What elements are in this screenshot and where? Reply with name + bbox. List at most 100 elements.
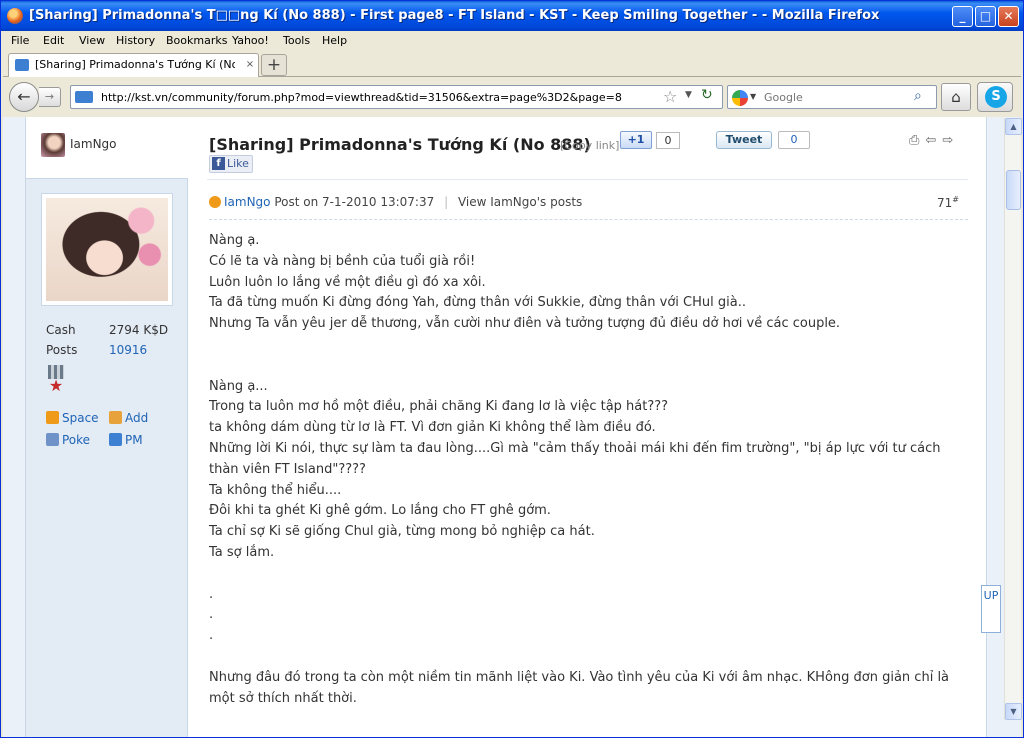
scroll-up-icon[interactable]: ▲ (1005, 118, 1022, 135)
thread-title: [Sharing] Primadonna's Tướng Kí (No 888) (209, 135, 591, 154)
google-engine-icon[interactable] (732, 90, 748, 106)
site-identity-icon[interactable] (75, 91, 93, 103)
search-input[interactable] (762, 89, 902, 106)
space-link[interactable]: Space (46, 411, 99, 425)
next-thread-icon[interactable]: ⇨ (942, 133, 959, 148)
floor-number: 71 (937, 196, 953, 210)
copy-link[interactable]: [Copy link] (560, 139, 619, 152)
plusone-count: 0 (656, 132, 680, 149)
back-forward-group: ← → (9, 82, 67, 112)
floor-mark: # (952, 195, 959, 204)
menu-history[interactable]: History (116, 34, 155, 47)
add-friend-label: Add (125, 411, 149, 425)
post-line: Ta sợ lắm. (209, 544, 275, 560)
stat-label-cash: Cash (46, 323, 76, 337)
meta-separator: | (444, 195, 449, 209)
post-line: Đôi khi ta ghét Ki ghê gớm. Lo lắng cho … (209, 503, 551, 519)
add-friend-icon (109, 411, 122, 424)
facebook-like-button[interactable]: f Like (209, 155, 253, 173)
facebook-icon: f (212, 157, 225, 170)
post-line: Có lẽ ta và nàng bị bềnh của tuổi già rồ… (209, 253, 476, 269)
view-posts-link[interactable]: View IamNgo's posts (458, 195, 582, 209)
post-meta: IamNgo Post on 7-1-2010 13:07:37 | View … (209, 195, 582, 209)
minimize-button[interactable]: _ (952, 6, 973, 27)
sidebar-header: IamNgo (26, 117, 188, 179)
post-line: . (209, 607, 214, 623)
post-line: Ta đã từng muốn Ki đừng đóng Yah, đừng t… (209, 295, 746, 311)
like-label: Like (227, 157, 249, 170)
meta-divider (209, 219, 968, 220)
poke-link[interactable]: Poke (46, 433, 90, 447)
medal-icon[interactable]: ★ (46, 365, 66, 397)
pm-label: PM (125, 433, 143, 447)
sidebar-username[interactable]: IamNgo (70, 137, 117, 151)
window-title: [Sharing] Primadonna's T□□ng Kí (No 888)… (29, 8, 880, 23)
scroll-down-icon[interactable]: ▼ (1005, 703, 1022, 720)
search-box[interactable]: ▼ ⌕ (727, 85, 937, 109)
url-bar[interactable]: ☆ ▼ ↻ (70, 85, 723, 109)
bookmark-star-icon[interactable]: ☆ (663, 87, 677, 106)
history-dropdown-icon[interactable]: ▼ (685, 90, 692, 100)
skype-icon: S (985, 86, 1007, 108)
forum-page: IamNgo Cash 2794 K$D Posts 10916 ★ Space… (25, 117, 987, 737)
post-line (209, 335, 971, 356)
post-line: Luôn luôn lo lắng về một điều gì đó xa x… (209, 274, 486, 290)
post-line: Nàng ạ. (209, 233, 260, 248)
menu-yahoo[interactable]: Yahoo! (232, 34, 269, 47)
stat-value-posts[interactable]: 10916 (109, 343, 147, 357)
tab-label: [Sharing] Primadonna's Tướng Kí (No 888)… (35, 58, 235, 71)
prev-thread-icon[interactable]: ⇦ (925, 133, 942, 148)
post-author[interactable]: IamNgo (224, 195, 271, 209)
maximize-button[interactable]: □ (975, 6, 996, 27)
envelope-icon (109, 433, 122, 446)
reload-icon[interactable]: ↻ (701, 87, 713, 103)
avatar[interactable] (41, 193, 173, 306)
google-plusone-button[interactable]: +1 (620, 131, 652, 149)
star-icon: ★ (48, 376, 64, 395)
post-line (209, 564, 971, 585)
avatar-image (46, 198, 168, 301)
page-viewport: IamNgo Cash 2794 K$D Posts 10916 ★ Space… (3, 117, 1021, 737)
home-space-icon (46, 411, 59, 424)
back-to-top-button[interactable]: UP (981, 585, 1001, 633)
pm-link[interactable]: PM (109, 433, 143, 447)
post-line: Trong ta luôn mơ hồ một điều, phải chăng… (209, 399, 669, 415)
tab-close-icon[interactable]: × (243, 58, 257, 72)
navigation-toolbar: ← → ☆ ▼ ↻ ▼ ⌕ ⌂ S (3, 78, 1021, 116)
title-bar[interactable]: [Sharing] Primadonna's T□□ng Kí (No 888)… (1, 1, 1023, 31)
menu-bookmarks[interactable]: Bookmarks (166, 34, 227, 47)
post-floor[interactable]: 71# (937, 195, 959, 210)
post-line: Những lời Ki nói, thực sự làm ta đau lòn… (209, 440, 941, 477)
tab-active[interactable]: [Sharing] Primadonna's Tướng Kí (No 888)… (8, 53, 259, 77)
home-icon[interactable]: ⌂ (941, 83, 971, 111)
vertical-scrollbar[interactable]: ▲ ▼ (1004, 118, 1022, 720)
back-arrow-icon[interactable]: ← (9, 82, 39, 112)
tweet-count: 0 (778, 131, 810, 149)
menu-view[interactable]: View (79, 34, 105, 47)
space-link-label: Space (62, 411, 99, 425)
skype-button[interactable]: S (977, 82, 1013, 112)
menu-tools[interactable]: Tools (283, 34, 310, 47)
add-friend-link[interactable]: Add (109, 411, 148, 425)
poke-label: Poke (62, 433, 91, 447)
scroll-thumb[interactable] (1006, 170, 1021, 210)
post-line: . (209, 586, 214, 602)
forward-arrow-icon[interactable]: → (39, 87, 61, 107)
site-favicon-icon (15, 59, 29, 71)
search-icon[interactable]: ⌕ (914, 88, 922, 104)
url-input[interactable] (99, 88, 659, 106)
post-line (209, 647, 971, 668)
menu-help[interactable]: Help (322, 34, 347, 47)
tab-strip: [Sharing] Primadonna's Tướng Kí (No 888)… (3, 51, 1021, 77)
engine-dropdown-icon[interactable]: ▼ (750, 92, 756, 101)
post-line: Nàng ạ... (209, 378, 268, 394)
post-line: Nhưng Ta vẫn yêu jer dễ thương, vẫn cười… (209, 316, 841, 332)
menu-file[interactable]: File (11, 34, 29, 47)
print-icon[interactable]: ⎙ (909, 133, 925, 148)
new-tab-button[interactable]: + (261, 54, 287, 76)
close-button[interactable]: ✕ (998, 6, 1019, 27)
mini-avatar[interactable] (41, 133, 65, 157)
menu-edit[interactable]: Edit (43, 34, 64, 47)
tweet-button[interactable]: Tweet (716, 131, 772, 149)
thread-tools: ⎙⇦⇨ (909, 133, 959, 148)
